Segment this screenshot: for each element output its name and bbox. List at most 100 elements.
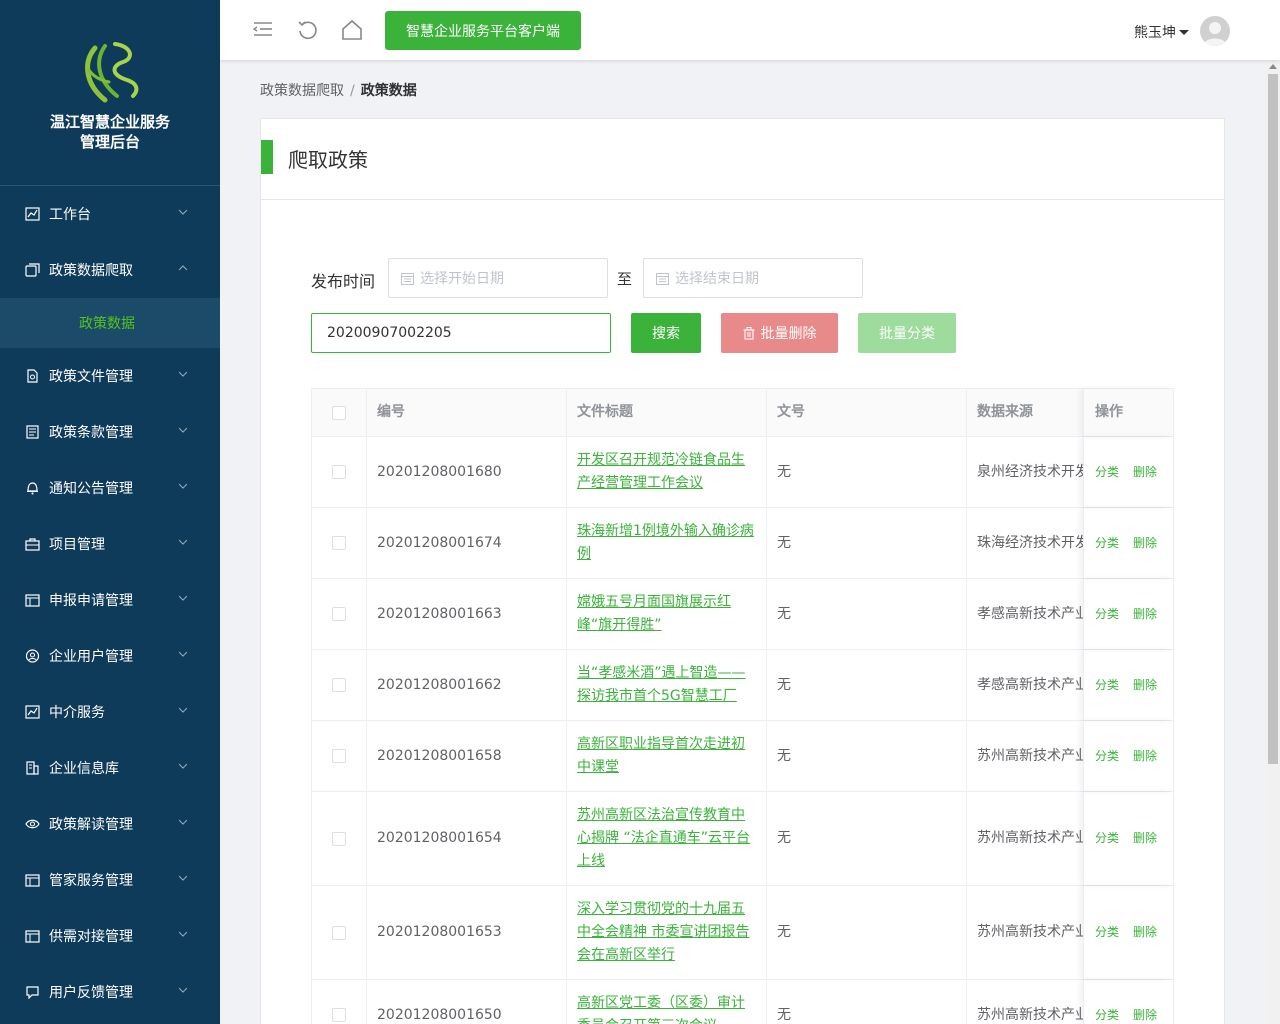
row-title-cell: 高新区党工委（区委）审计委员会召开第三次会议 [567,980,767,1024]
row-checkbox[interactable] [332,831,346,846]
breadcrumb-separator: / [350,83,355,99]
policy-table: 编号 文件标题 文号 数据来源 操作 20201208001680 开发区召开规… [311,388,1174,1024]
scrollbar-thumb[interactable] [1268,74,1278,764]
chevron-down-icon [178,763,188,769]
row-checkbox[interactable] [332,607,346,621]
sidebar-item-applications[interactable]: 申报申请管理 [0,572,220,628]
user-menu[interactable]: 熊玉坤 [1134,22,1189,42]
sidebar-item-label: 用户反馈管理 [49,985,133,1001]
search-input[interactable] [311,313,611,353]
classify-link[interactable]: 分类 [1095,603,1119,626]
classify-link[interactable]: 分类 [1095,827,1119,850]
sidebar-item-agency-services[interactable]: 中介服务 [0,684,220,740]
delete-link[interactable]: 删除 [1133,745,1157,768]
row-title-link[interactable]: 高新区职业指导首次走进初中课堂 [577,733,756,779]
row-doc-number: 无 [767,792,967,885]
sidebar-item-notices[interactable]: 通知公告管理 [0,460,220,516]
row-title-link[interactable]: 开发区召开规范冷链食品生产经营管理工作会议 [577,449,756,495]
menu-fold-icon[interactable] [253,19,273,39]
chevron-down-icon [178,819,188,825]
sidebar-item-workbench[interactable]: 工作台 [0,186,220,242]
chevron-down-icon [178,651,188,657]
delete-link[interactable]: 删除 [1133,1004,1157,1024]
sidebar-item-label: 政策文件管理 [49,369,133,385]
batch-delete-label: 批量删除 [760,326,817,342]
sidebar-item-projects[interactable]: 项目管理 [0,516,220,572]
sidebar-item-enterprise-db[interactable]: 企业信息库 [0,740,220,796]
sidebar-item-label: 企业信息库 [49,761,119,777]
row-number: 20201208001650 [367,980,567,1024]
column-header-actions: 操作 [1083,389,1173,436]
row-title-link[interactable]: 当“孝感米酒”遇上智造——探访我市首个5G智慧工厂 [577,662,756,708]
batch-delete-button[interactable]: 批量删除 [721,313,838,353]
end-date-picker[interactable]: 选择结束日期 [643,258,863,298]
row-title-link[interactable]: 高新区党工委（区委）审计委员会召开第三次会议 [577,992,756,1024]
chevron-down-icon [178,483,188,489]
row-actions: 分类 删除 [1083,721,1173,791]
sidebar-item-label: 工作台 [49,207,91,223]
sidebar-item-butler-services[interactable]: 管家服务管理 [0,852,220,908]
sidebar-item-label: 通知公告管理 [49,481,133,497]
sidebar-item-policy-files[interactable]: 政策文件管理 [0,348,220,404]
row-number: 20201208001654 [367,792,567,885]
avatar[interactable] [1200,16,1230,46]
calendar-icon [656,272,669,285]
delete-link[interactable]: 删除 [1133,827,1157,850]
classify-link[interactable]: 分类 [1095,532,1119,555]
row-checkbox[interactable] [332,925,346,940]
document-icon [24,424,40,440]
sidebar-item-supply-demand[interactable]: 供需对接管理 [0,908,220,964]
row-title-link[interactable]: 珠海新增1例境外输入确诊病例 [577,520,756,566]
row-checkbox[interactable] [332,536,346,550]
classify-link[interactable]: 分类 [1095,745,1119,768]
sidebar-item-label: 政策条款管理 [49,425,133,441]
publish-time-label: 发布时间 [311,272,376,291]
start-date-picker[interactable]: 选择开始日期 [388,258,608,298]
page-scrollbar[interactable] [1266,60,1280,1024]
delete-link[interactable]: 删除 [1133,921,1157,944]
row-actions: 分类 删除 [1083,980,1173,1024]
row-number: 20201208001674 [367,508,567,578]
delete-link[interactable]: 删除 [1133,532,1157,555]
batch-classify-button[interactable]: 批量分类 [858,313,956,353]
row-actions: 分类 删除 [1083,792,1173,885]
sidebar-subitem-policy-data[interactable]: 政策数据 [0,298,220,348]
home-icon[interactable] [341,19,363,41]
search-button[interactable]: 搜索 [631,313,701,353]
sidebar: 温江智慧企业服务 管理后台 工作台 政策数据爬取 政策数据 政策文件管理 政策条… [0,0,220,1024]
sidebar-item-label: 企业用户管理 [49,649,133,665]
row-title-link[interactable]: 深入学习贯彻党的十九届五中全会精神 市委宣讲团报告会在高新区举行 [577,898,756,967]
refresh-icon[interactable] [297,19,319,41]
bell-icon [24,480,40,496]
chevron-down-icon [178,931,188,937]
breadcrumb-parent[interactable]: 政策数据爬取 [260,83,344,99]
sidebar-item-policy-interpretation[interactable]: 政策解读管理 [0,796,220,852]
sidebar-item-policy-clauses[interactable]: 政策条款管理 [0,404,220,460]
classify-link[interactable]: 分类 [1095,1004,1119,1024]
delete-link[interactable]: 删除 [1133,461,1157,484]
row-doc-number: 无 [767,650,967,720]
select-all-checkbox[interactable] [332,405,346,420]
delete-link[interactable]: 删除 [1133,603,1157,626]
caret-down-icon [1179,30,1189,35]
classify-link[interactable]: 分类 [1095,461,1119,484]
classify-link[interactable]: 分类 [1095,921,1119,944]
row-checkbox[interactable] [332,465,346,479]
sidebar-item-user-feedback[interactable]: 用户反馈管理 [0,964,220,1020]
row-actions: 分类 删除 [1083,579,1173,649]
row-checkbox[interactable] [332,678,346,692]
client-app-button[interactable]: 智慧企业服务平台客户端 [385,11,581,50]
row-checkbox[interactable] [332,749,346,763]
sidebar-item-enterprise-users[interactable]: 企业用户管理 [0,628,220,684]
classify-link[interactable]: 分类 [1095,674,1119,697]
row-title-cell: 开发区召开规范冷链食品生产经营管理工作会议 [567,437,767,507]
row-title-link[interactable]: 嫦娥五号月面国旗展示红峰“旗开得胜” [577,591,756,637]
row-title-link[interactable]: 苏州高新区法治宣传教育中心揭牌 “法企直通车”云平台上线 [577,804,756,873]
row-title-cell: 苏州高新区法治宣传教育中心揭牌 “法企直通车”云平台上线 [567,792,767,885]
row-checkbox[interactable] [332,1008,346,1022]
sidebar-item-policy-crawl[interactable]: 政策数据爬取 [0,242,220,298]
select-all-cell [312,389,367,436]
delete-link[interactable]: 删除 [1133,674,1157,697]
row-doc-number: 无 [767,886,967,979]
scroll-up-arrow-icon[interactable] [1269,64,1277,69]
